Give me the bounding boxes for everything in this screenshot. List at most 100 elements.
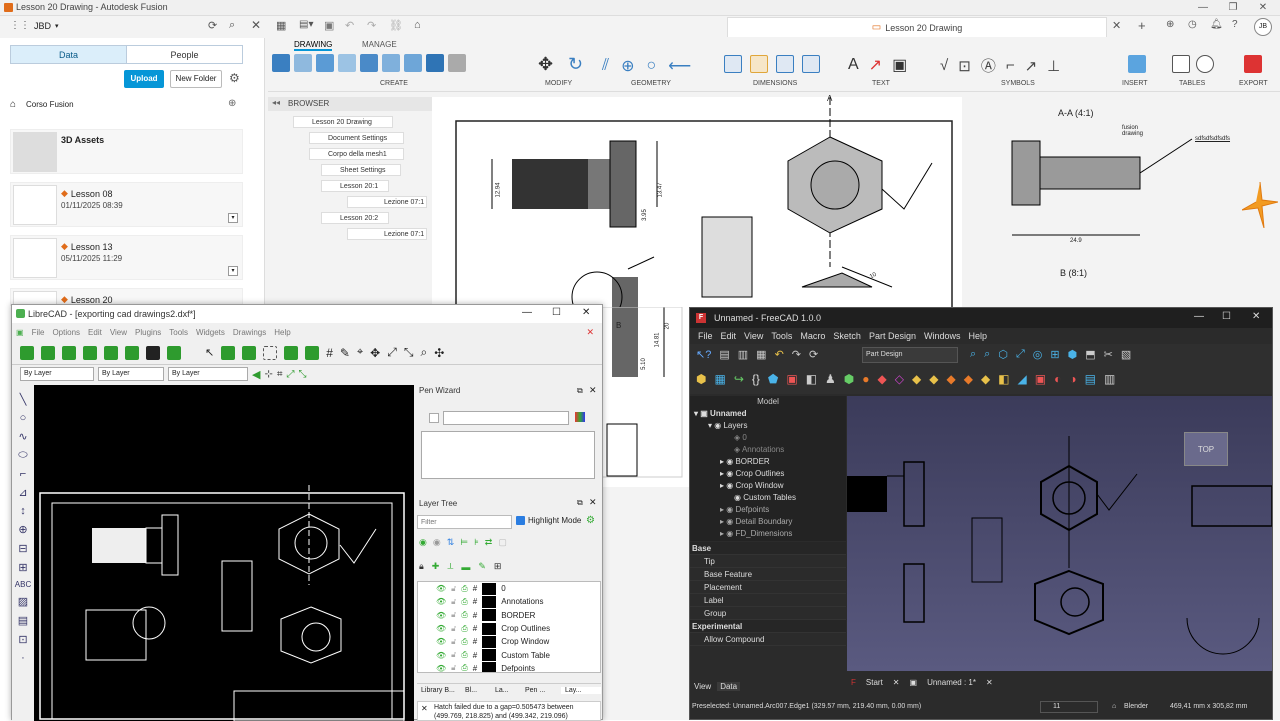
palette-icon[interactable] <box>575 412 585 422</box>
pattern-icon[interactable]: ◧ <box>998 372 1009 386</box>
block-tool-icon[interactable]: ⊡ <box>18 633 27 646</box>
lock-icon[interactable]: 🔓︎ <box>451 637 456 647</box>
save-icon[interactable] <box>83 345 97 360</box>
menu-edit[interactable]: Edit <box>88 328 102 337</box>
modify-tool-icon[interactable]: ⊕ <box>18 523 27 536</box>
subtract-icon[interactable]: ◑ <box>1069 372 1076 386</box>
rotate-icon[interactable]: ↻ <box>568 54 583 75</box>
pen-list[interactable] <box>421 431 595 479</box>
minimize-icon[interactable]: — <box>1194 311 1204 322</box>
tree-collapse-icon[interactable]: ⊧ <box>474 537 479 548</box>
group-create[interactable]: CREATE <box>380 80 408 87</box>
file-card[interactable]: 3D Assets <box>10 129 243 174</box>
menu-help[interactable]: Help <box>968 328 987 344</box>
maximize-icon[interactable]: ☐ <box>1222 311 1231 322</box>
break-view-icon[interactable] <box>360 54 378 72</box>
layer-row[interactable]: 👁︎ 🔓︎ ⎙ # Crop Window <box>418 635 600 648</box>
base-view-icon[interactable] <box>272 54 290 72</box>
menu-sketch[interactable]: Sketch <box>833 328 861 344</box>
add-icon[interactable]: ✚ <box>432 561 440 572</box>
eye-icon[interactable]: 👁︎ <box>436 584 446 593</box>
zoom-out-icon[interactable]: ⤡ <box>404 345 414 360</box>
open-file-icon[interactable]: ▥ <box>738 348 748 361</box>
add-layer-icon[interactable]: ⇅ <box>447 537 455 548</box>
menu-part-design[interactable]: Part Design <box>869 328 916 344</box>
tree-node-layer[interactable]: ◈ Annotations <box>690 444 846 456</box>
eye-icon[interactable]: 👁︎ <box>436 637 446 646</box>
close-panel-icon[interactable]: ✕ <box>251 18 261 32</box>
print-icon[interactable]: ⎙ <box>461 637 467 647</box>
tree-node[interactable]: Lesson 20 Drawing <box>293 116 393 128</box>
menu-view[interactable]: View <box>110 328 127 337</box>
hatch-tool-icon[interactable]: ▨ <box>18 595 28 608</box>
leader-icon[interactable]: ↗ <box>869 55 882 75</box>
lock-icon[interactable]: 🔓︎ <box>451 624 456 634</box>
breadcrumb[interactable]: Corso Fusion <box>26 100 74 109</box>
close-tab-icon[interactable]: ✕ <box>986 678 993 687</box>
center-mark-icon[interactable]: ⊕ <box>621 56 634 76</box>
fit-selection-icon[interactable]: ⌕ <box>984 348 990 361</box>
tab-unnamed[interactable]: Unnamed : 1* <box>927 678 976 687</box>
detail-view-icon[interactable] <box>338 54 356 72</box>
tree-disabled-icon[interactable]: ▢ <box>498 537 507 548</box>
job-status-icon[interactable]: ◷ <box>1188 19 1197 30</box>
pen-preset-select[interactable] <box>443 411 569 425</box>
print-icon[interactable]: ⎙ <box>461 610 467 620</box>
hide-all-icon[interactable]: ◉ <box>433 537 441 548</box>
body-icon[interactable]: ⬢ <box>696 372 706 386</box>
group-dimensions[interactable]: DIMENSIONS <box>753 80 797 87</box>
sketch-icon[interactable] <box>382 54 400 72</box>
3d-model-icon[interactable] <box>448 54 466 72</box>
move-view-icon[interactable] <box>404 54 422 72</box>
save-icon[interactable]: ▦ <box>756 348 766 361</box>
fit-all-icon[interactable]: ⌕ <box>970 348 976 361</box>
close-tab-icon[interactable]: ✕ <box>893 678 900 687</box>
open-icon[interactable] <box>62 345 76 360</box>
fillet-icon[interactable]: ◆ <box>912 372 921 386</box>
print-icon[interactable] <box>146 345 160 360</box>
note-icon[interactable]: ▣ <box>892 55 907 75</box>
drawing-sheet[interactable]: A 12.94 13.47 3.95 10 <box>432 94 962 307</box>
lock-icon[interactable]: 🔓︎ <box>451 610 456 620</box>
part-icon[interactable]: ⬒ <box>1085 348 1095 361</box>
balloon-icon[interactable] <box>1196 55 1214 73</box>
insert-image-icon[interactable] <box>1128 55 1146 73</box>
new-template-icon[interactable] <box>41 345 55 360</box>
info-tool-icon[interactable]: ⊟ <box>18 542 27 555</box>
export-pdf-icon[interactable] <box>1244 55 1262 73</box>
draft-icon[interactable]: ✎ <box>340 346 350 360</box>
draw-style-icon[interactable]: ⬡ <box>998 348 1008 361</box>
tree-node-layer[interactable]: ▸ ◉ Crop Window <box>690 480 846 492</box>
librecad-canvas[interactable] <box>34 385 414 721</box>
tree-node-layer[interactable]: ◈ 0 <box>690 432 846 444</box>
prop-placement[interactable]: Placement <box>690 581 846 594</box>
tree-node[interactable]: Lesson 20:2 <box>321 212 389 224</box>
menu-plugins[interactable]: Plugins <box>135 328 161 337</box>
eye-icon[interactable]: 👁︎ <box>436 664 446 672</box>
thickness-icon[interactable]: ◆ <box>964 372 973 386</box>
feature-control-icon[interactable]: ⊡ <box>958 57 971 75</box>
snap-free-icon[interactable]: ⊹ <box>264 369 272 380</box>
save-as-icon[interactable] <box>104 345 118 360</box>
eye-icon[interactable]: 👁︎ <box>436 624 446 633</box>
tree-node[interactable]: Lezione 07:1 <box>347 196 427 208</box>
print-icon[interactable]: ⎙ <box>461 624 467 634</box>
surface-texture-icon[interactable]: √ <box>940 57 948 74</box>
section-view-icon[interactable] <box>316 54 334 72</box>
baseline-dimension-icon[interactable] <box>776 55 794 73</box>
select-window-icon[interactable] <box>263 345 278 360</box>
prop-tip[interactable]: Tip <box>690 555 846 568</box>
float-icon[interactable]: ⧉ <box>577 386 583 396</box>
tab-people[interactable]: People <box>126 45 243 64</box>
home-icon[interactable]: ⌂ <box>414 19 421 31</box>
layer-row[interactable]: 👁︎ 🔓︎ ⎙ # BORDER <box>418 609 600 622</box>
menu-file[interactable]: File <box>698 328 713 344</box>
zoom-in-icon[interactable]: ⤢ <box>387 345 397 360</box>
link-icon[interactable]: ⬢ <box>1068 348 1078 361</box>
lock-icon[interactable]: 🔓︎ <box>451 597 456 607</box>
copy-icon[interactable] <box>284 345 299 360</box>
datum-icon[interactable]: ◧ <box>806 372 817 386</box>
gear-icon[interactable]: ⚙ <box>229 71 240 85</box>
zoom-extent-icon[interactable]: ✥ <box>370 346 380 360</box>
layer-color-swatch[interactable] <box>482 595 497 608</box>
